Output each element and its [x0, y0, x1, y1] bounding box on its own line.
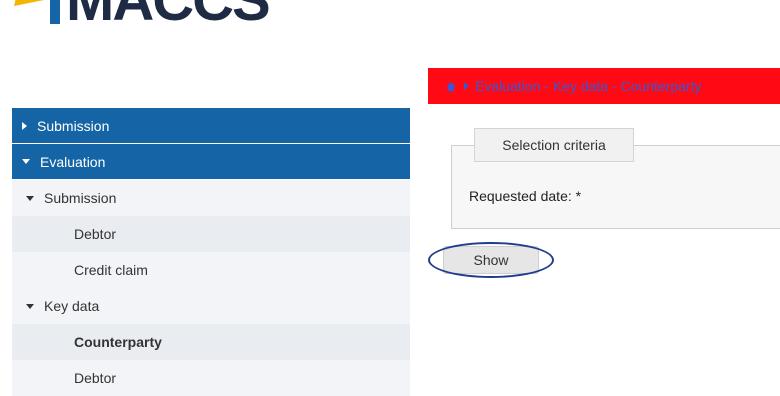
logo-text: MACCS: [66, 0, 271, 33]
sidebar-item-credit-claim[interactable]: Credit claim: [12, 252, 410, 288]
caret-down-icon: [22, 159, 30, 164]
sidebar-item-key-data-debtor[interactable]: Debtor: [12, 360, 410, 396]
sidebar-item-submission[interactable]: Submission: [12, 108, 410, 144]
chevron-right-icon: [464, 82, 469, 90]
sidebar-item-label: Evaluation: [40, 153, 106, 170]
sidebar-item-label: Submission: [37, 117, 110, 134]
caret-down-icon: [26, 303, 34, 309]
sidebar-item-submission-debtor[interactable]: Debtor: [12, 216, 410, 252]
sidebar-item-evaluation[interactable]: Evaluation: [12, 144, 410, 180]
sidebar-item-key-data[interactable]: Key data: [12, 288, 410, 324]
sidebar-item-label: Key data: [44, 298, 100, 314]
sidebar-item-label: Credit claim: [74, 262, 148, 278]
sidebar-item-label: Counterparty: [74, 334, 162, 350]
breadcrumb-text[interactable]: Evaluation - Key data - Counterparty: [475, 78, 701, 94]
sidebar-item-label: Submission: [44, 190, 117, 206]
home-icon[interactable]: [446, 81, 456, 91]
sidebar-item-counterparty[interactable]: Counterparty: [12, 324, 410, 360]
requested-date-label: Requested date: *: [469, 188, 582, 204]
caret-down-icon: [26, 195, 34, 201]
selection-criteria-legend: Selection criteria: [474, 128, 634, 162]
sidebar-item-label: Debtor: [74, 370, 117, 386]
sidebar: Submission Evaluation Submission Debtor …: [12, 108, 410, 396]
show-button[interactable]: Show: [443, 246, 539, 274]
chevron-right-icon: [22, 121, 27, 130]
breadcrumb: Evaluation - Key data - Counterparty: [428, 68, 780, 104]
sidebar-item-evaluation-submission[interactable]: Submission: [12, 180, 410, 216]
logo-mark-icon: [14, 0, 60, 24]
sidebar-item-label: Debtor: [74, 226, 117, 242]
